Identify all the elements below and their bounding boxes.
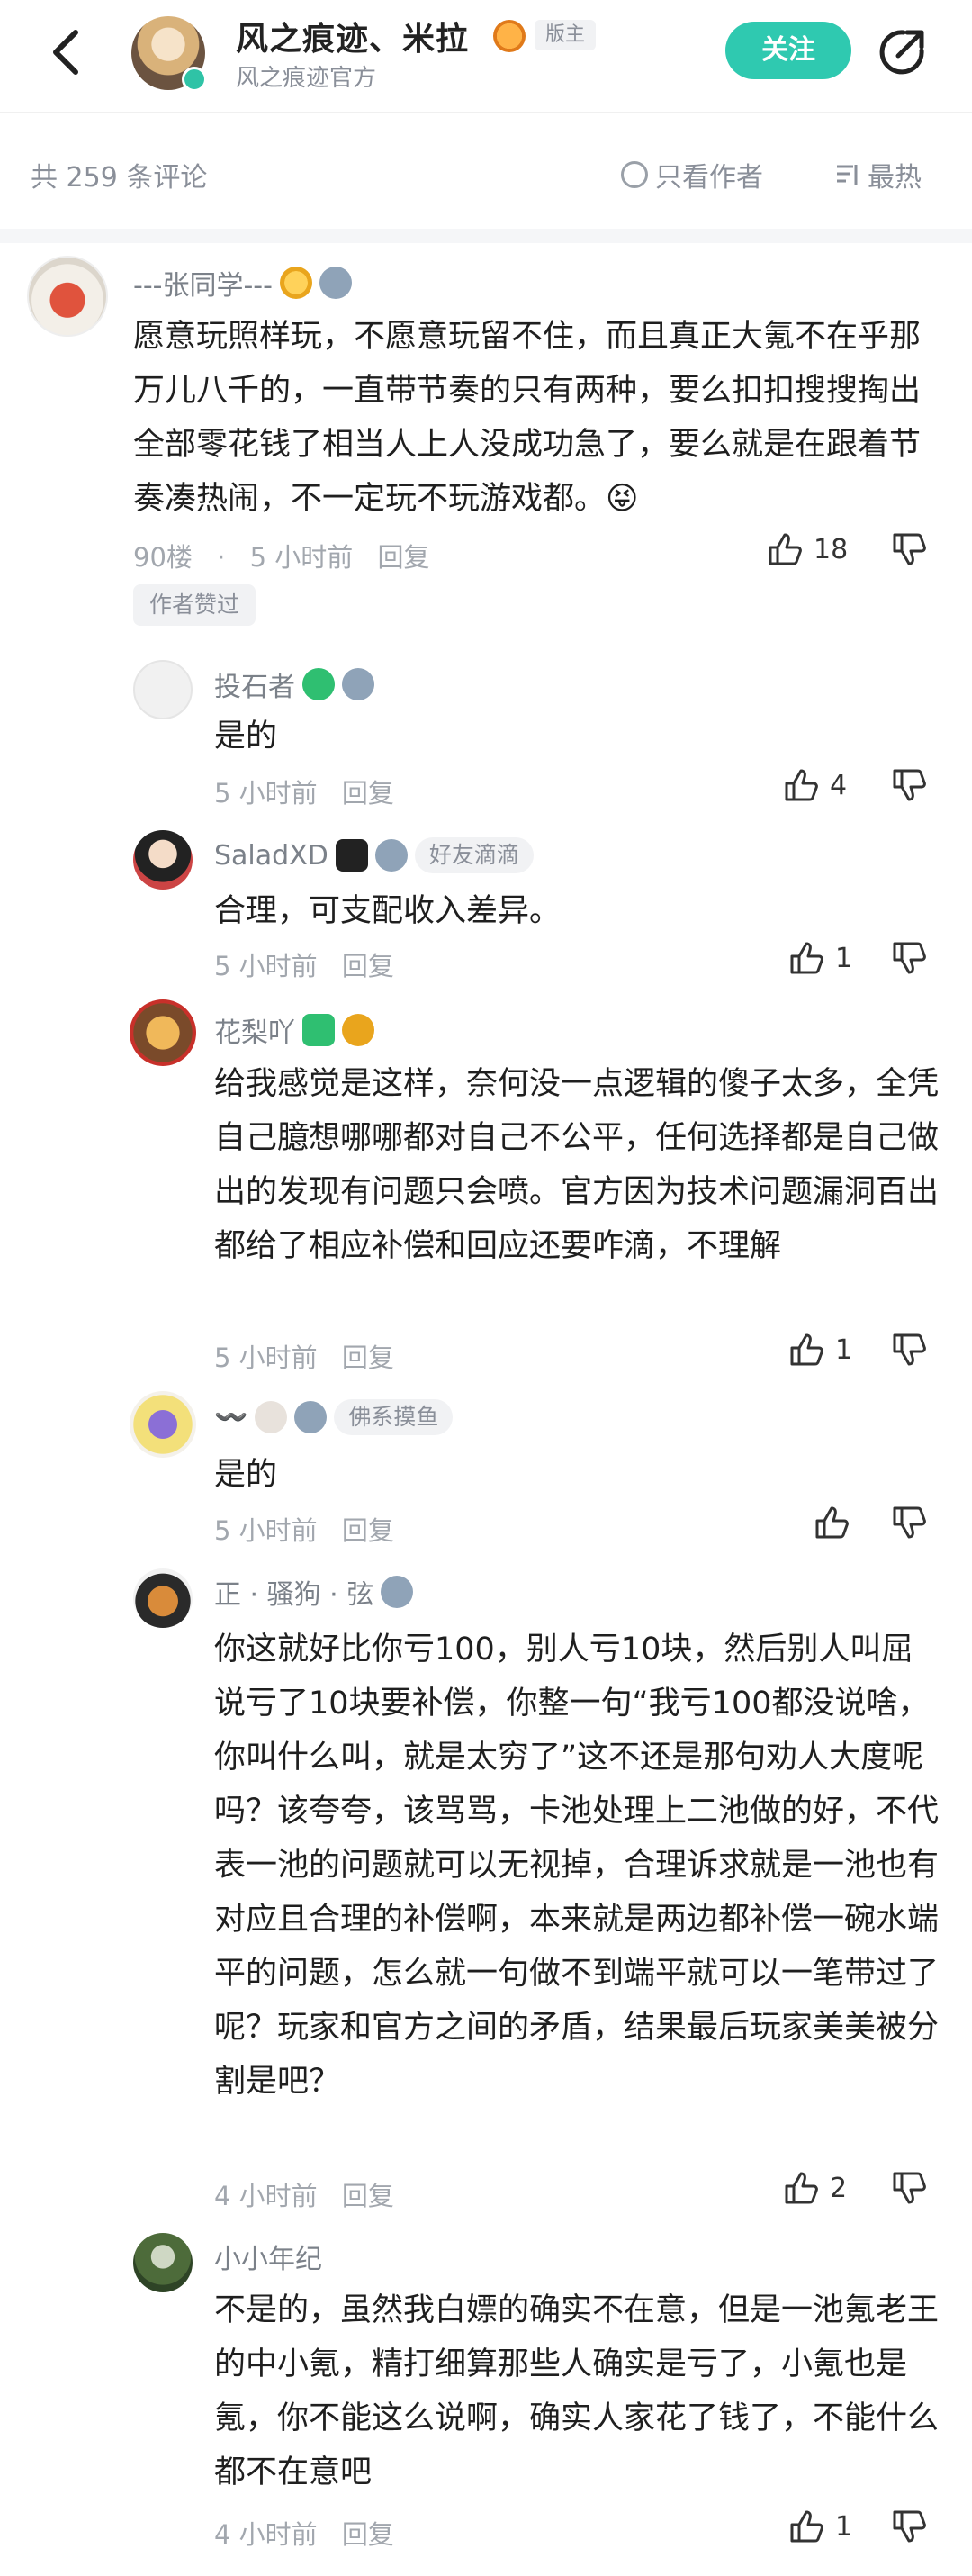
thumbs-up-icon [790, 942, 824, 974]
thumbs-badge-icon [302, 668, 335, 700]
reply-meta: 5 小时前 回复 [214, 1342, 394, 1373]
reply-text: 给我感觉是这样，奈何没一点逻辑的傻子太多，全凭自己臆想哪哪都对自己不公平，任何选… [214, 1066, 940, 1264]
thumbs-down-icon[interactable] [891, 2508, 927, 2544]
top-bar: 风之痕迹、米拉 版主 风之痕迹官方 关注 [0, 0, 972, 113]
cat-icon [335, 839, 368, 872]
game-badge-icon [302, 1014, 335, 1046]
reply-meta: 5 小时前 回复 [214, 951, 394, 981]
like-button[interactable]: 1 [788, 2508, 852, 2544]
avatar[interactable] [130, 999, 196, 1066]
level-badge-icon [374, 839, 408, 872]
reply-text: 不是的，虽然我白嫖的确实不在意，但是一池氪老王的中小氪，精打细算那些人确实是亏了… [214, 2292, 940, 2490]
thumbs-up-icon [790, 1333, 824, 1366]
comment-count: 共 259 条评论 [31, 162, 208, 194]
thumbs-down-icon[interactable] [891, 2170, 927, 2206]
reply-text: 你这就好比你亏100，别人亏10块，然后别人叫屈说亏了10块要补偿，你整一句“我… [214, 1631, 940, 2100]
sort-icon [837, 165, 858, 185]
reply-username[interactable]: 正 · 骚狗 · 弦 [214, 1572, 414, 1612]
thumbs-down-icon[interactable] [891, 940, 927, 976]
reply-button[interactable]: 回复 [342, 2181, 394, 2211]
thumbs-up-icon [815, 1506, 849, 1539]
thumbs-up-icon [790, 2510, 824, 2543]
avatar[interactable] [130, 1391, 196, 1458]
reply-username[interactable]: SaladXD 好友滴滴 [214, 837, 534, 873]
section-separator [0, 229, 972, 243]
author-liked-tag: 作者赞过 [133, 584, 256, 626]
reply-button[interactable]: 回复 [342, 1515, 394, 1546]
like-button[interactable]: 1 [788, 940, 852, 976]
like-button[interactable]: 18 [767, 531, 848, 567]
sort-selector[interactable]: 最热 [833, 155, 922, 194]
avatar[interactable] [133, 1568, 193, 1628]
back-arrow-icon[interactable] [45, 27, 88, 77]
thumbs-down-icon[interactable] [891, 531, 927, 567]
verified-badge-icon [182, 67, 207, 92]
share-icon[interactable] [877, 27, 927, 77]
avatar[interactable] [27, 256, 108, 337]
reply-meta: 4 小时前 回复 [214, 2181, 394, 2211]
level-badge-icon [294, 1401, 328, 1433]
level-badge-icon [342, 668, 374, 700]
reply-text: 合理，可支配收入差异。 [214, 893, 562, 929]
reply-username[interactable]: 花梨吖 [214, 1010, 374, 1050]
like-button[interactable]: 2 [783, 2170, 847, 2206]
only-author-label: 只看作者 [655, 162, 763, 194]
level-badge-icon [319, 267, 352, 299]
reply-meta: 5 小时前 回复 [214, 1515, 394, 1546]
user-tag: 佛系摸鱼 [334, 1399, 454, 1435]
moderator-tag: 版主 [535, 20, 597, 50]
level-badge-icon [493, 20, 526, 52]
reply-username[interactable]: 小小年纪 [214, 2237, 322, 2276]
level-badge-icon [342, 1014, 374, 1046]
comment-filter-bar: 共 259 条评论 只看作者 最热 [0, 113, 972, 230]
author-subtitle: 风之痕迹官方 [236, 65, 377, 92]
comment-meta: 90楼 · 5 小时前 回复 [133, 542, 430, 573]
like-button[interactable]: 4 [783, 767, 847, 803]
reply-meta: 5 小时前 回复 [214, 778, 394, 809]
reply-button[interactable]: 回复 [342, 2519, 394, 2550]
avatar[interactable] [133, 2233, 193, 2292]
avatar[interactable] [133, 660, 193, 719]
thumbs-down-icon[interactable] [891, 1332, 927, 1368]
reply-button[interactable]: 回复 [342, 778, 394, 809]
comment-username[interactable]: ---张同学--- [133, 263, 352, 303]
anime-avatar-icon [255, 1401, 288, 1433]
follow-button[interactable]: 关注 [725, 22, 851, 79]
comment-text: 愿意玩照样玩，不愿意玩留不住，而且真正大氪不在乎那万儿八千的，一直带节奏的只有两… [133, 319, 922, 517]
reply-button[interactable]: 回复 [377, 542, 429, 573]
thumbs-down-icon[interactable] [891, 767, 927, 803]
reply-meta: 4 小时前 回复 [214, 2519, 394, 2550]
gold-medal-icon [279, 267, 312, 299]
reply-button[interactable]: 回复 [342, 1342, 394, 1373]
reply-username[interactable]: 投石者 [214, 664, 374, 704]
user-tag: 好友滴滴 [414, 837, 534, 873]
like-button[interactable]: 1 [788, 1332, 852, 1368]
like-button[interactable] [814, 1505, 860, 1541]
reply-text: 是的 [214, 1457, 278, 1493]
reply-username[interactable]: 〰️ 佛系摸鱼 [214, 1399, 454, 1435]
thumbs-down-icon[interactable] [891, 1505, 927, 1541]
reply-text: 是的 [214, 719, 278, 755]
only-author-toggle[interactable]: 只看作者 [621, 155, 763, 194]
radio-icon[interactable] [621, 161, 648, 188]
reply-button[interactable]: 回复 [342, 951, 394, 981]
emoji-icon: 😝 [606, 481, 639, 517]
author-avatar[interactable] [131, 16, 207, 92]
avatar[interactable] [133, 830, 193, 890]
thumbs-up-icon [785, 769, 818, 801]
thumbs-up-icon [769, 533, 802, 565]
thumbs-up-icon [785, 2172, 818, 2204]
level-badge-icon [381, 1576, 414, 1608]
author-name[interactable]: 风之痕迹、米拉 [236, 13, 469, 59]
sort-label: 最热 [868, 162, 922, 194]
